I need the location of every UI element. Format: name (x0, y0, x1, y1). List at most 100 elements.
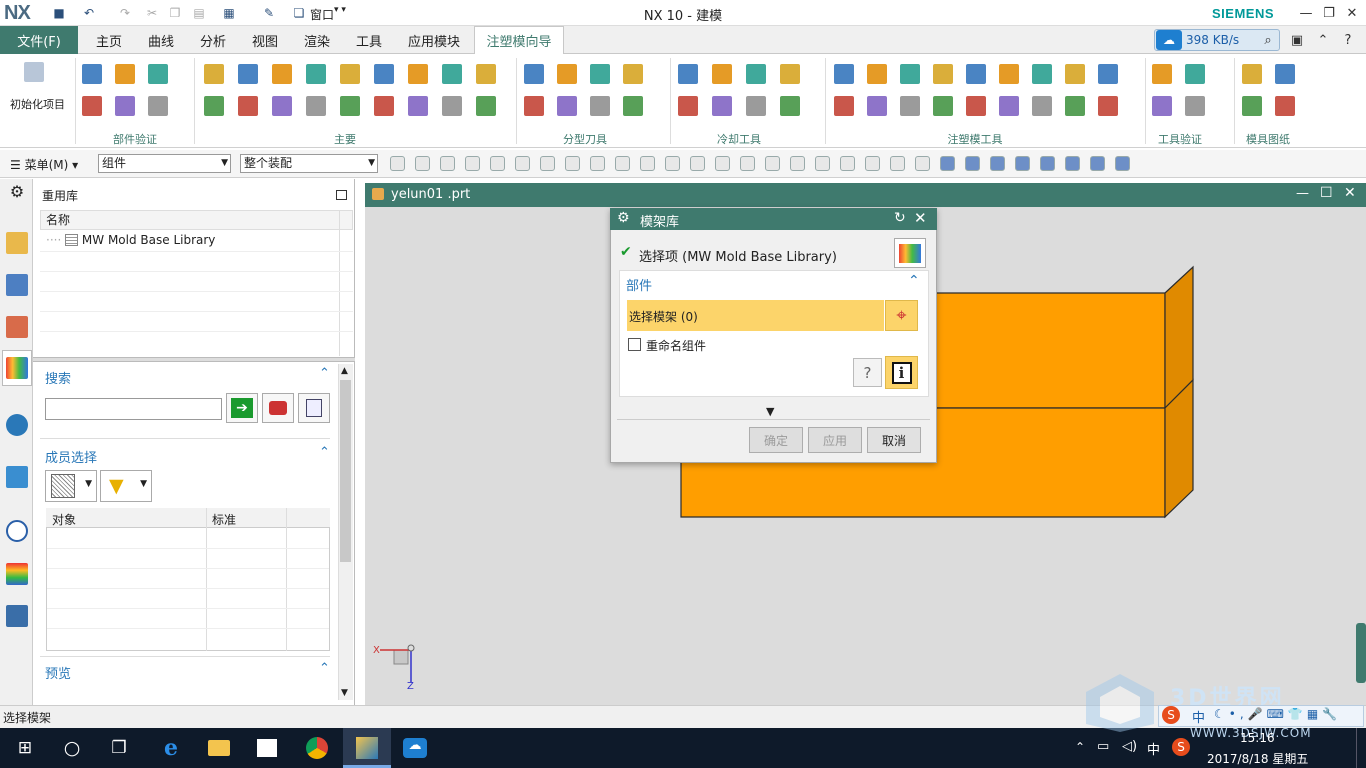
help-button[interactable]: ? (853, 358, 882, 387)
ribbon-tool-icon[interactable] (374, 64, 394, 84)
ribbon-tool-icon[interactable] (272, 64, 292, 84)
command-tool-icon[interactable] (940, 156, 955, 171)
menu-button[interactable]: ☰ 菜单(M) ▾ (10, 156, 78, 173)
selection-scope[interactable]: 整个装配 ▼ (240, 154, 378, 173)
tab-home[interactable]: 主页 (86, 26, 132, 54)
nx-app-icon[interactable] (350, 733, 384, 763)
init-project-icon[interactable] (24, 62, 44, 82)
ribbon-tool-icon[interactable] (340, 64, 360, 84)
ribbon-tool-icon[interactable] (238, 96, 258, 116)
part-navigator-icon[interactable] (6, 316, 28, 338)
ribbon-tool-icon[interactable] (900, 96, 920, 116)
command-tool-icon[interactable] (665, 156, 680, 171)
ribbon-tool-icon[interactable] (1152, 96, 1172, 116)
show-desktop-button[interactable] (1356, 728, 1366, 768)
ribbon-tool-icon[interactable] (1185, 96, 1205, 116)
dialog-close-icon[interactable]: ✕ (914, 209, 927, 227)
command-tool-icon[interactable] (440, 156, 455, 171)
library-button[interactable] (894, 238, 926, 268)
search-input[interactable] (45, 398, 222, 420)
tab-curve[interactable]: 曲线 (138, 26, 184, 54)
ribbon-tool-icon[interactable] (148, 96, 168, 116)
reuse-library-icon[interactable] (6, 357, 28, 379)
view-close-icon[interactable]: ✕ (1344, 185, 1356, 201)
ribbon-tool-icon[interactable] (115, 96, 135, 116)
ribbon-tool-icon[interactable] (1098, 96, 1118, 116)
search-icon[interactable]: ○ (55, 733, 89, 763)
ime-tools-icons[interactable]: ☾•,🎤⌨👕▦🔧 (1214, 707, 1341, 721)
system-materials-icon[interactable] (6, 563, 28, 585)
clock-time[interactable]: 15:16 (1240, 731, 1275, 745)
search-command-icon[interactable]: ⌕ (1257, 30, 1279, 50)
tab-tools[interactable]: 工具 (346, 26, 392, 54)
reset-icon[interactable]: ↻ (894, 210, 906, 226)
group-mold-tools[interactable]: 注塑模工具 (830, 131, 1120, 147)
ribbon-tool-icon[interactable] (408, 96, 428, 116)
command-tool-icon[interactable] (765, 156, 780, 171)
collapse-icon[interactable]: ⌃ (908, 273, 920, 289)
ribbon-tool-icon[interactable] (933, 64, 953, 84)
task-view-icon[interactable]: ❐ (102, 733, 136, 763)
group-mold-drawing[interactable]: 模具图纸 (1238, 131, 1298, 147)
ribbon-tool-icon[interactable] (1275, 96, 1295, 116)
command-tool-icon[interactable] (790, 156, 805, 171)
ribbon-tool-icon[interactable] (1242, 64, 1262, 84)
ribbon-tool-icon[interactable] (623, 96, 643, 116)
assembly-navigator-icon[interactable] (6, 232, 28, 254)
command-tool-icon[interactable] (490, 156, 505, 171)
ok-button[interactable]: 确定 (749, 427, 803, 453)
crosshair-icon[interactable]: ⌖ (885, 300, 918, 331)
command-tool-icon[interactable] (390, 156, 405, 171)
ime-indicator[interactable]: 中 (1147, 739, 1160, 758)
ribbon-tool-icon[interactable] (306, 64, 326, 84)
ribbon-tool-icon[interactable] (1065, 96, 1085, 116)
close-button[interactable]: ✕ (1341, 3, 1363, 23)
ribbon-tool-icon[interactable] (408, 64, 428, 84)
ribbon-tool-icon[interactable] (933, 96, 953, 116)
edge-browser-icon[interactable]: e (154, 733, 188, 763)
ribbon-tool-icon[interactable] (712, 96, 732, 116)
undo-icon[interactable]: ↶ (80, 4, 98, 22)
restore-button[interactable]: ❐ (1318, 3, 1340, 23)
ribbon-tool-icon[interactable] (1185, 64, 1205, 84)
info-button[interactable]: i (885, 356, 918, 389)
volume-icon[interactable]: ◁) (1122, 739, 1137, 754)
command-tool-icon[interactable] (1065, 156, 1080, 171)
apply-button[interactable]: 应用 (808, 427, 862, 453)
panel-splitter[interactable] (33, 357, 355, 362)
ribbon-tool-icon[interactable] (442, 64, 462, 84)
copy-icon[interactable]: ❐ (166, 4, 184, 22)
command-tool-icon[interactable] (1090, 156, 1105, 171)
history-icon[interactable] (6, 520, 28, 542)
ribbon-tool-icon[interactable] (524, 96, 544, 116)
column-object[interactable]: 对象 (52, 511, 76, 528)
command-tool-icon[interactable] (990, 156, 1005, 171)
ribbon-tool-icon[interactable] (115, 64, 135, 84)
ribbon-tool-icon[interactable] (82, 64, 102, 84)
ribbon-tool-icon[interactable] (1065, 64, 1085, 84)
view-maximize-icon[interactable]: ☐ (1320, 185, 1333, 201)
command-tool-icon[interactable] (615, 156, 630, 171)
tab-analysis[interactable]: 分析 (190, 26, 236, 54)
command-tool-icon[interactable] (1115, 156, 1130, 171)
view-minimize-icon[interactable]: — (1296, 186, 1309, 201)
command-tool-icon[interactable] (815, 156, 830, 171)
init-project-label[interactable]: 初始化项目 (10, 96, 65, 112)
command-tool-icon[interactable] (840, 156, 855, 171)
ribbon-tool-icon[interactable] (590, 64, 610, 84)
process-studio-icon[interactable] (6, 605, 28, 627)
sogou-tray-icon[interactable]: S (1172, 738, 1190, 756)
scroll-down-icon[interactable]: ▼ (341, 688, 348, 698)
baidu-netdisk-taskbar-icon[interactable]: ☁ (398, 733, 432, 763)
maximize-icon[interactable] (336, 190, 347, 200)
chevron-down-icon[interactable]: ▾ ▾ (334, 5, 346, 15)
member-select-title[interactable]: 成员选择 (45, 447, 97, 466)
ribbon-tool-icon[interactable] (1032, 64, 1052, 84)
selection-filter[interactable]: 组件 ▼ (98, 154, 231, 173)
ribbon-tool-icon[interactable] (590, 96, 610, 116)
ribbon-tool-icon[interactable] (82, 96, 102, 116)
ribbon-tool-icon[interactable] (834, 96, 854, 116)
command-tool-icon[interactable] (965, 156, 980, 171)
tab-view[interactable]: 视图 (242, 26, 288, 54)
ribbon-tool-icon[interactable] (746, 96, 766, 116)
